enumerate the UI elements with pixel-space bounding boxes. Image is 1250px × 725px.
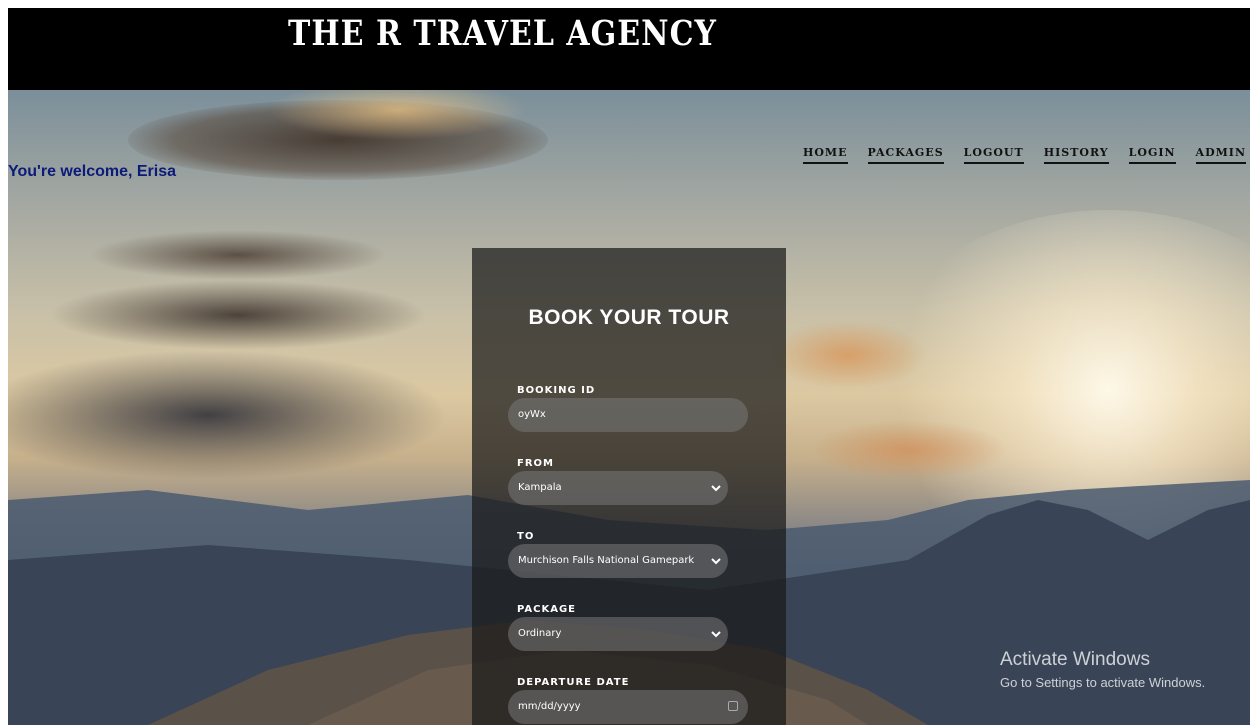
from-value: Kampala bbox=[518, 482, 562, 493]
calendar-icon[interactable] bbox=[728, 701, 738, 711]
to-select[interactable]: Murchison Falls National Gamepark bbox=[508, 544, 728, 578]
chevron-down-icon bbox=[711, 558, 721, 565]
chevron-down-icon bbox=[711, 485, 721, 492]
to-value: Murchison Falls National Gamepark bbox=[518, 555, 695, 566]
departure-date-label: DEPARTURE DATE bbox=[517, 677, 630, 688]
nav-history[interactable]: HISTORY bbox=[1043, 146, 1109, 164]
site-header: THE R TRAVEL AGENCY bbox=[8, 8, 1250, 90]
to-label: TO bbox=[517, 531, 535, 542]
browser-viewport: THE R TRAVEL AGENCY You're welcome, Eris… bbox=[8, 8, 1250, 725]
departure-date-input[interactable]: mm/dd/yyyy bbox=[508, 690, 748, 724]
booking-id-input[interactable]: oyWx bbox=[508, 398, 748, 432]
package-label: PACKAGE bbox=[517, 604, 577, 615]
from-select[interactable]: Kampala bbox=[508, 471, 728, 505]
departure-date-placeholder: mm/dd/yyyy bbox=[518, 701, 581, 712]
booking-id-label: BOOKING ID bbox=[517, 385, 596, 396]
booking-form: BOOK YOUR TOUR BOOKING ID oyWx FROM Kamp… bbox=[472, 248, 786, 725]
nav-home[interactable]: HOME bbox=[802, 146, 848, 164]
watermark-title: Activate Windows bbox=[1000, 649, 1150, 670]
form-title: BOOK YOUR TOUR bbox=[528, 306, 730, 329]
booking-id-value: oyWx bbox=[518, 409, 546, 420]
nav-packages[interactable]: PACKAGES bbox=[867, 146, 944, 164]
nav-admin[interactable]: ADMIN bbox=[1195, 146, 1246, 164]
site-brand[interactable]: THE R TRAVEL AGENCY bbox=[288, 14, 717, 54]
main-nav: HOME PACKAGES LOGOUT HISTORY LOGIN ADMIN bbox=[802, 146, 1246, 164]
nav-login[interactable]: LOGIN bbox=[1128, 146, 1176, 164]
from-label: FROM bbox=[517, 458, 554, 469]
activate-windows-watermark: Activate Windows Go to Settings to activ… bbox=[1000, 649, 1205, 690]
nav-logout[interactable]: LOGOUT bbox=[963, 146, 1024, 164]
package-select[interactable]: Ordinary bbox=[508, 617, 728, 651]
welcome-message: You're welcome, Erisa bbox=[8, 163, 177, 180]
watermark-subtitle: Go to Settings to activate Windows. bbox=[1000, 675, 1206, 690]
chevron-down-icon bbox=[711, 631, 721, 638]
package-value: Ordinary bbox=[518, 628, 562, 639]
